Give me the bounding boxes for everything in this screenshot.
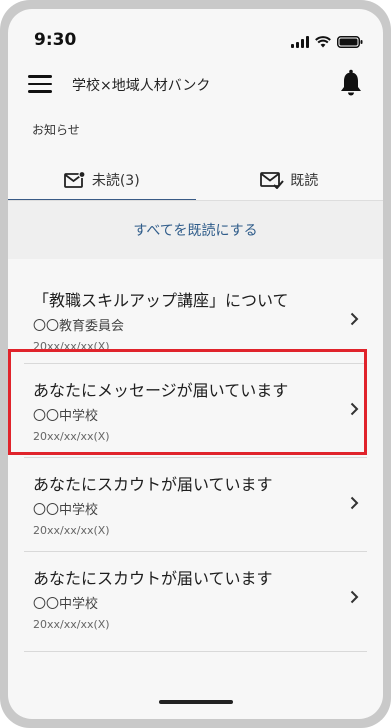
phone-screen: 9:30 学校×地域人材バンク お知らせ 未読(3) 既読 すべてを既読にする … <box>8 9 383 719</box>
battery-icon <box>337 36 363 48</box>
notification-sender: 〇〇中学校 <box>33 409 99 424</box>
tab-unread-label: 未読(3) <box>91 173 140 189</box>
notification-item[interactable]: 「教職スキルアップ講座」について 〇〇教育委員会 20xx/xx/xx(X) <box>24 267 367 364</box>
notification-title: あなたにメッセージが届いています <box>33 381 289 400</box>
notification-item-highlighted[interactable]: あなたにメッセージが届いています 〇〇中学校 20xx/xx/xx(X) <box>24 363 367 458</box>
notification-date: 20xx/xx/xx(X) <box>33 430 110 443</box>
mail-read-icon <box>260 172 285 189</box>
tab-bar: 未読(3) 既読 <box>8 159 383 201</box>
signal-icon <box>291 36 309 48</box>
hamburger-menu-icon[interactable] <box>28 75 52 93</box>
divider <box>24 651 367 652</box>
notification-sender: 〇〇教育委員会 <box>33 319 125 334</box>
notification-date: 20xx/xx/xx(X) <box>33 340 110 353</box>
notification-item[interactable]: あなたにスカウトが届いています 〇〇中学校 20xx/xx/xx(X) <box>24 551 367 652</box>
notification-date: 20xx/xx/xx(X) <box>33 618 110 631</box>
section-label: お知らせ <box>32 123 80 137</box>
notification-date: 20xx/xx/xx(X) <box>33 524 110 537</box>
notification-sender: 〇〇中学校 <box>33 597 99 612</box>
home-indicator[interactable] <box>159 700 233 704</box>
phone-frame: 9:30 学校×地域人材バンク お知らせ 未読(3) 既読 すべてを既読にする … <box>0 0 391 728</box>
notification-sender: 〇〇中学校 <box>33 503 99 518</box>
app-title: 学校×地域人材バンク <box>72 78 211 94</box>
wifi-icon <box>315 36 331 48</box>
status-icons <box>291 36 363 48</box>
chevron-right-icon <box>350 402 359 416</box>
mark-all-bar: すべてを既読にする <box>8 201 383 259</box>
app-header: 学校×地域人材バンク <box>8 65 383 109</box>
notification-item[interactable]: あなたにスカウトが届いています 〇〇中学校 20xx/xx/xx(X) <box>24 457 367 552</box>
chevron-right-icon <box>350 496 359 510</box>
bell-icon[interactable] <box>339 69 363 101</box>
mail-unread-icon <box>63 171 86 188</box>
chevron-right-icon <box>350 312 359 326</box>
tab-unread[interactable]: 未読(3) <box>8 159 196 201</box>
status-time: 9:30 <box>34 30 77 50</box>
notification-title: 「教職スキルアップ講座」について <box>33 291 289 310</box>
notification-title: あなたにスカウトが届いています <box>33 475 273 494</box>
tab-read[interactable]: 既読 <box>196 159 384 201</box>
mark-all-read-button[interactable]: すべてを既読にする <box>133 220 257 240</box>
tab-read-label: 既読 <box>290 173 319 189</box>
notification-title: あなたにスカウトが届いています <box>33 569 273 588</box>
chevron-right-icon <box>350 590 359 604</box>
status-bar: 9:30 <box>8 9 383 59</box>
